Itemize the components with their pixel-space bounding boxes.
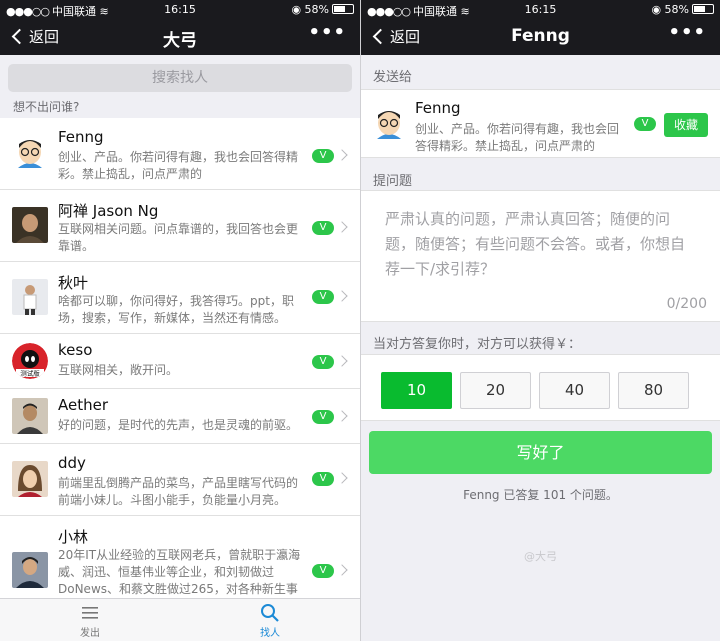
recipient-desc: 创业、产品。你若问得有趣，我也会回答得精彩。禁止捣乱，问点严肃的 — [415, 122, 620, 153]
verified-badge: V — [312, 290, 334, 304]
answered-count: Fenng 已答复 101 个问题。 — [463, 488, 618, 502]
status-bar: ●●●○○ 中国联通 ≋ 16:15 ◉ 58% — [0, 0, 360, 18]
tab-label: 找人 — [260, 628, 280, 639]
avatar — [12, 552, 48, 588]
reward-option-40[interactable]: 40 — [539, 372, 610, 409]
lock-rotation-icon: ◉ — [291, 3, 302, 16]
recipient-name: Fenng — [415, 99, 461, 117]
list-item[interactable]: 阿禅 Jason Ng 互联网相关问题。问点靠谱的，我回答也会更靠谱。 V — [0, 190, 360, 262]
person-name: Aether — [58, 396, 109, 414]
submit-button[interactable]: 写好了 — [369, 431, 712, 474]
verified-badge: V — [312, 149, 334, 163]
person-desc: 创业、产品。你若问得有趣，我也会回答得精彩。禁止捣乱，问点严肃的 — [58, 150, 299, 181]
send-to-label: 发送给 — [373, 70, 413, 85]
avatar: 测试版 — [12, 343, 48, 379]
list-icon — [60, 602, 120, 624]
search-icon — [240, 602, 300, 624]
reward-label: 当对方答复你时，对方可以获得￥： — [373, 337, 582, 352]
avatar — [12, 461, 48, 497]
verified-badge: V — [312, 472, 334, 486]
avatar — [12, 279, 48, 315]
avatar-badge-text: 测试版 — [20, 369, 40, 378]
reward-option-80[interactable]: 80 — [618, 372, 689, 409]
char-counter: 0/200 — [666, 296, 707, 312]
search-people-screen: ●●●○○ 中国联通 ≋ 16:15 ◉ 58% 返回 大弓 ••• 搜索找人 想… — [0, 0, 360, 641]
avatar — [371, 105, 407, 141]
tab-label: 发出 — [80, 628, 100, 639]
person-desc: 互联网相关，敞开问。 — [58, 363, 179, 377]
verified-badge: V — [312, 410, 334, 424]
list-item[interactable]: ddy 前端里乱倒腾产品的菜鸟，产品里瞎写代码的前端小妹儿。斗图小能手，负能量小… — [0, 444, 360, 516]
search-hint: 想不出问谁? — [13, 100, 80, 114]
person-name: Fenng — [58, 128, 104, 146]
reward-option-10[interactable]: 10 — [381, 372, 452, 409]
person-desc: 前端里乱倒腾产品的菜鸟，产品里瞎写代码的前端小妹儿。斗图小能手，负能量小月亮。 — [58, 476, 299, 507]
tab-sent[interactable]: 发出 — [60, 602, 120, 639]
chevron-right-icon — [336, 149, 348, 161]
battery-percent: 58% — [664, 3, 689, 16]
chevron-right-icon — [336, 290, 348, 302]
list-item[interactable]: Fenng 创业、产品。你若问得有趣，我也会回答得精彩。禁止捣乱，问点严肃的 V — [0, 118, 360, 190]
nav-bar: 返回 Fenng ••• — [361, 18, 720, 55]
person-name: 阿禅 Jason Ng — [58, 202, 159, 220]
verified-badge: V — [312, 564, 334, 578]
verified-badge: V — [634, 117, 656, 131]
list-item[interactable]: 秋叶 啥都可以聊，你问得好，我答得巧。ppt，职场，搜索，写作，新媒体，当然还有… — [0, 262, 360, 334]
ask-label: 提问题 — [373, 174, 413, 189]
tab-bar: 发出 找人 — [0, 598, 360, 641]
question-textarea[interactable]: 严肃认真的问题，严肃认真回答；随便的问题，随便答；有些问题不会答。或者，你想自荐… — [361, 190, 720, 322]
person-name: 秋叶 — [58, 274, 89, 292]
nav-bar: 返回 大弓 ••• — [0, 18, 360, 55]
ask-question-screen: ●●●○○ 中国联通 ≋ 16:15 ◉ 58% 返回 Fenng ••• 发送给… — [361, 0, 720, 641]
person-desc: 啥都可以聊，你问得好，我答得巧。ppt，职场，搜索，写作，新媒体，当然还有情感。 — [58, 294, 294, 325]
chevron-right-icon — [336, 221, 348, 233]
person-name: ddy — [58, 454, 86, 472]
person-desc: 好的问题，是时代的先声，也是灵魂的前驱。 — [58, 418, 299, 432]
list-item[interactable]: 小林 20年IT从业经验的互联网老兵，曾就职于瀛海威、润迅、恒基伟业等企业，和刘… — [0, 516, 360, 606]
chevron-right-icon — [336, 472, 348, 484]
reward-option-20[interactable]: 20 — [460, 372, 531, 409]
battery-icon — [332, 4, 354, 14]
favorite-button[interactable]: 收藏 — [664, 113, 708, 137]
verified-badge: V — [312, 355, 334, 369]
status-bar: ●●●○○ 中国联通 ≋ 16:15 ◉ 58% — [361, 0, 720, 18]
person-name: 小林 — [58, 528, 89, 546]
person-name: keso — [58, 341, 93, 359]
search-area: 搜索找人 想不出问谁? — [0, 55, 360, 118]
avatar — [12, 398, 48, 434]
chevron-right-icon — [336, 564, 348, 576]
recipient-card: Fenng 创业、产品。你若问得有趣，我也会回答得精彩。禁止捣乱，问点严肃的 V… — [361, 89, 720, 158]
verified-badge: V — [312, 221, 334, 235]
page-title: Fenng — [511, 26, 570, 46]
more-icon[interactable]: ••• — [668, 22, 706, 43]
lock-rotation-icon: ◉ — [651, 3, 662, 16]
question-placeholder: 严肃认真的问题，严肃认真回答；随便的问题，随便答；有些问题不会答。或者，你想自荐… — [385, 210, 686, 278]
watermark: @大弓 — [524, 550, 557, 563]
battery-icon — [692, 4, 714, 14]
avatar — [12, 207, 48, 243]
chevron-right-icon — [336, 410, 348, 422]
page-title: 大弓 — [163, 31, 197, 51]
battery-percent: 58% — [304, 3, 329, 16]
search-input[interactable]: 搜索找人 — [8, 64, 352, 92]
avatar — [12, 134, 48, 170]
tab-find-people[interactable]: 找人 — [240, 602, 300, 639]
list-item[interactable]: 测试版 keso 互联网相关，敞开问。 V — [0, 334, 360, 389]
reward-options: 10 20 40 80 — [361, 354, 720, 421]
chevron-right-icon — [336, 355, 348, 367]
people-list: Fenng 创业、产品。你若问得有趣，我也会回答得精彩。禁止捣乱，问点严肃的 V… — [0, 118, 360, 606]
list-item[interactable]: Aether 好的问题，是时代的先声，也是灵魂的前驱。 V — [0, 389, 360, 444]
person-desc: 互联网相关问题。问点靠谱的，我回答也会更靠谱。 — [58, 222, 299, 253]
more-icon[interactable]: ••• — [308, 22, 346, 43]
